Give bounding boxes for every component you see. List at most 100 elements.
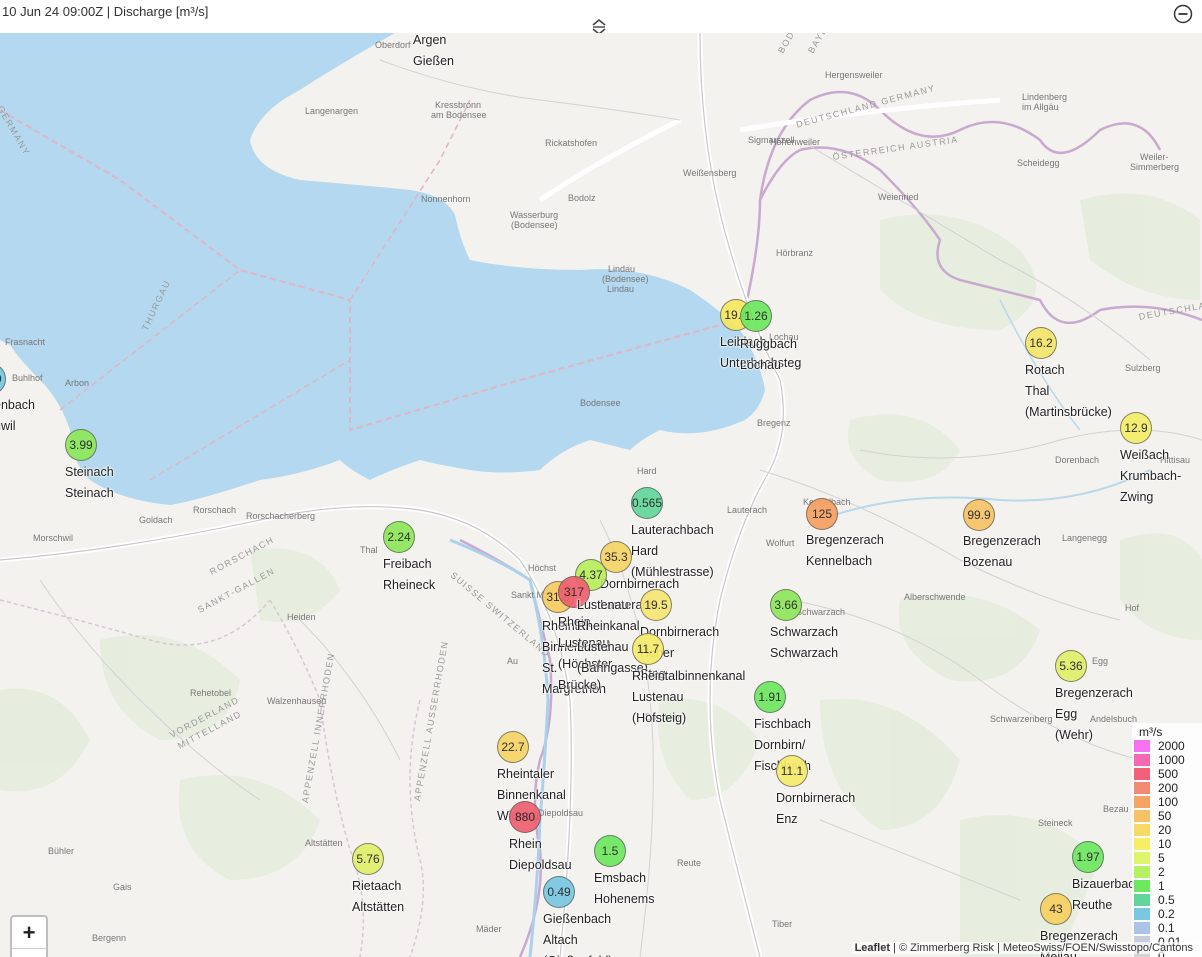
station-label-line: Dornbirnerach <box>776 791 856 805</box>
place-label: Nonnenhorn <box>421 194 471 204</box>
station-label-line: Lochau <box>740 358 782 372</box>
station-marker[interactable]: 5.36 <box>1055 650 1087 682</box>
station-label: Argen Gießen <box>413 33 454 72</box>
station-label-line: Bozenau <box>963 555 1013 569</box>
leaflet-link[interactable]: Leaflet <box>855 942 890 954</box>
place-label: Au <box>507 656 519 666</box>
place-label: Buhlhof <box>12 373 43 383</box>
legend-label: 5 <box>1158 851 1165 865</box>
station-label-line: Hard <box>631 544 659 558</box>
legend-swatch <box>1134 922 1150 934</box>
legend-item: 20 <box>1134 823 1200 837</box>
station-label-line: Rietaach <box>352 879 402 893</box>
legend-item: 0.5 <box>1134 893 1200 907</box>
legend-item: 200 <box>1134 781 1200 795</box>
station-marker[interactable]: 1.91 <box>754 681 786 713</box>
station-label-line: Altstätten <box>352 900 405 914</box>
legend-item: 2000 <box>1134 739 1200 753</box>
station-label-line: Rotach <box>1025 363 1065 377</box>
place-label: Kressbronn <box>435 100 482 110</box>
station-marker[interactable]: 1.97 <box>1072 841 1104 873</box>
place-label: Bodolz <box>568 193 596 203</box>
legend-item: 2 <box>1134 865 1200 879</box>
discharge-legend: m³/s 2000 1000 500 200 100 50 20 10 5 2 1 0.5 0.2 0.1… <box>1132 723 1202 957</box>
legend-swatch <box>1134 782 1150 794</box>
legend-item: 1 <box>1134 879 1200 893</box>
place-label: (Bodensee) <box>511 220 558 230</box>
place-label: Lauterach <box>727 505 768 515</box>
place-label: Langenargen <box>305 106 359 116</box>
station-label: Bregenzerach Bozenau <box>963 531 1041 573</box>
station-label: Freibach Rheineck <box>383 554 435 596</box>
station-marker[interactable]: 880 <box>509 801 541 833</box>
station-marker[interactable]: 0.49 <box>543 876 575 908</box>
station-label-line: Diepoldsau <box>509 858 572 872</box>
minimize-icon[interactable] <box>1173 4 1193 24</box>
station-marker[interactable]: 11.7 <box>632 633 664 665</box>
place-label: Weienried <box>878 192 919 202</box>
legend-label: 0.1 <box>1158 921 1175 935</box>
place-label: Oberdorf <box>375 40 411 50</box>
station-marker[interactable]: 0.565 <box>631 487 663 519</box>
station-marker[interactable]: 12.9 <box>1120 412 1152 444</box>
station-marker[interactable]: 22.7 <box>497 731 529 763</box>
place-label: Goldach <box>139 515 173 525</box>
place-label: im Allgäu <box>1022 102 1059 112</box>
place-label: Wolfurt <box>766 538 795 548</box>
place-label: (Bodensee) <box>602 274 649 284</box>
place-label: Hard <box>637 466 657 476</box>
zoom-in-button[interactable]: + <box>12 917 46 949</box>
legend-swatch <box>1134 824 1150 836</box>
legend-swatch <box>1134 894 1150 906</box>
station-marker[interactable]: 19.5 <box>640 589 672 621</box>
station-label-line: Krumbach- <box>1120 469 1182 483</box>
station-marker[interactable]: 2.24 <box>383 521 415 553</box>
place-label: Thal <box>360 545 378 555</box>
station-label-line: Lustenau <box>577 598 629 612</box>
legend-label: 500 <box>1158 767 1179 781</box>
station-label: Ruggbach Lochau <box>740 334 797 376</box>
station-label-line: Lustenau <box>632 690 684 704</box>
station-marker[interactable]: 5.76 <box>352 843 384 875</box>
station-marker[interactable]: 1.26 <box>740 300 772 332</box>
station-label-line: Egg <box>1055 707 1078 721</box>
legend-swatch <box>1134 852 1150 864</box>
place-label: Heiden <box>287 612 316 622</box>
place-label: Bodensee <box>580 398 621 408</box>
station-marker[interactable]: 11.1 <box>776 755 808 787</box>
legend-swatch <box>1134 838 1150 850</box>
place-label: Gais <box>113 882 132 892</box>
station-label-line: Rheineck <box>383 578 436 592</box>
map-canvas[interactable]: Oberdorf Kressbronn am Bodensee Langenargen… <box>0 33 1202 957</box>
legend-label: 1000 <box>1158 753 1185 767</box>
place-label: Simmerberg <box>1130 162 1180 172</box>
station-label-line: Argen <box>413 33 447 47</box>
place-label: Egg <box>1092 656 1109 666</box>
station-label-line: enbach <box>0 398 36 412</box>
station-marker[interactable]: 99.9 <box>963 499 995 531</box>
station-label-line: Enz <box>776 812 798 826</box>
station-marker[interactable]: 1.5 <box>594 835 626 867</box>
place-label: Dorenbach <box>1055 455 1100 465</box>
station-label-line: Weißach <box>1120 448 1170 462</box>
place-label: Frasnacht <box>5 337 46 347</box>
station-marker[interactable]: 125 <box>806 498 838 530</box>
legend-swatch <box>1134 880 1150 892</box>
place-label: Hohenweiler <box>770 137 821 147</box>
legend-swatch <box>1134 796 1150 808</box>
station-label-line: Bregenzerach <box>1055 686 1133 700</box>
station-label-line: Gießenbach <box>543 912 612 926</box>
station-marker[interactable]: 3.66 <box>770 589 802 621</box>
place-label: Scheidegg <box>1017 158 1060 168</box>
station-marker[interactable]: 3.99 <box>65 429 97 461</box>
station-label-line: Rhein <box>509 837 542 851</box>
legend-label: 2 <box>1158 865 1165 879</box>
legend-item: 10 <box>1134 837 1200 851</box>
zoom-out-button[interactable]: − <box>12 949 46 957</box>
place-label: Hergensweiler <box>825 70 883 80</box>
station-marker[interactable]: 16.2 <box>1025 327 1057 359</box>
station-marker[interactable]: 43 <box>1040 893 1072 925</box>
station-label-line: Schwarzach <box>770 625 839 639</box>
station-label-line: (Martinsbrücke) <box>1025 405 1112 419</box>
place-label: Langenegg <box>1062 533 1108 543</box>
